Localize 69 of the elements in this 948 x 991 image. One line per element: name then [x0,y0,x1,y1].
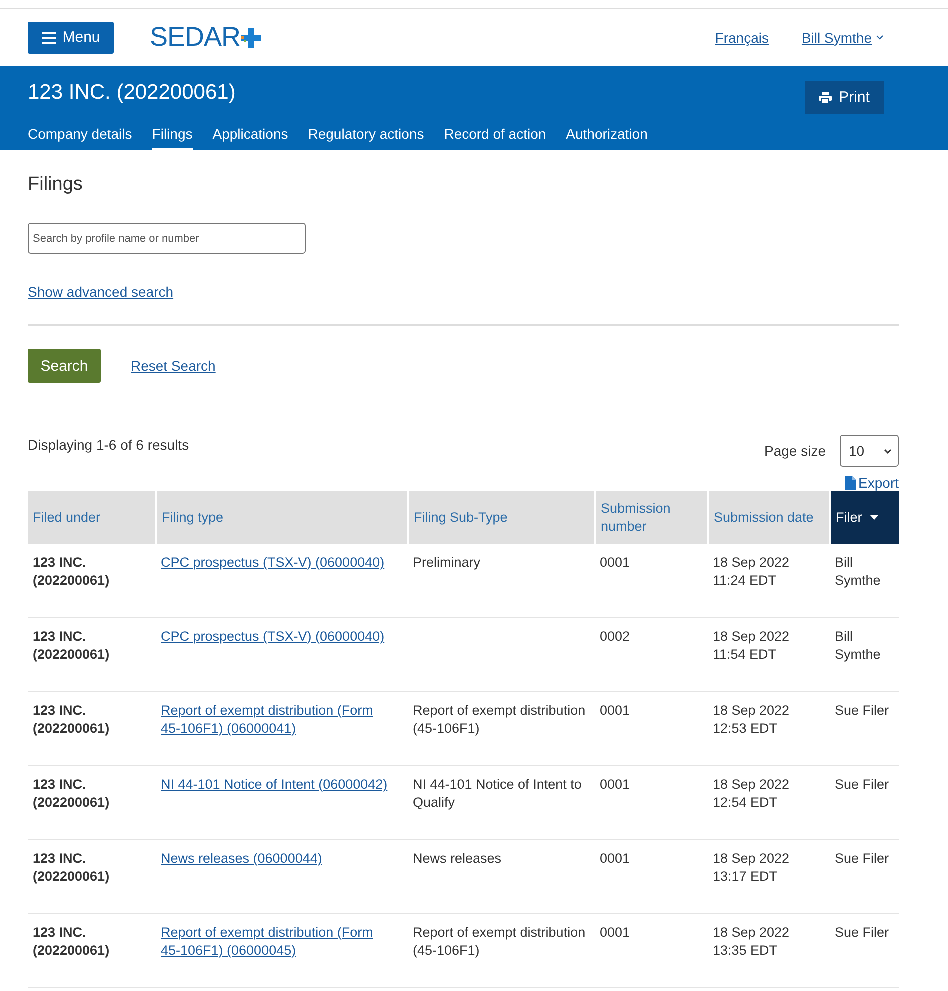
table-cell: 123 INC. (202200061) [28,618,156,692]
company-title: 123 INC. (202200061) [28,80,236,105]
table-cell: 18 Sep 2022 12:54 EDT [708,766,830,840]
results-summary: Displaying 1-6 of 6 results [28,437,190,455]
table-cell: 0001 [595,544,708,618]
export-link[interactable]: Export [844,475,899,491]
filing-link[interactable]: NI 44-101 Notice of Intent (06000042) [161,776,389,794]
print-button[interactable]: Print [805,81,884,114]
nav-tab[interactable]: Regulatory actions [308,123,424,150]
column-header[interactable]: Filing type [156,491,408,544]
table-cell: Sue Filer [830,840,899,914]
column-header[interactable]: Filing Sub-Type [408,491,595,544]
table-cell: 123 INC. (202200061) [28,914,156,988]
table-cell: Bill Symthe [830,618,899,692]
nav-tab[interactable]: Record of action [444,123,546,150]
document-icon [844,476,856,490]
search-button[interactable]: Search [28,349,101,383]
table-cell: 0001 [595,766,708,840]
table-cell: News releases [408,840,595,914]
plus-icon [240,28,261,48]
filing-link[interactable]: CPC prospectus (TSX-V) (06000040) [161,554,389,572]
menu-icon [42,32,56,44]
table-cell: 18 Sep 2022 13:35 EDT [708,914,830,988]
sort-caret-icon [870,515,880,520]
nav-tab[interactable]: Company details [28,123,132,150]
table-cell: 0001 [595,692,708,766]
column-header[interactable]: Submission number [595,491,708,544]
nav-tab[interactable]: Authorization [566,123,648,150]
table-cell: Sue Filer [830,914,899,988]
table-cell: Sue Filer [830,692,899,766]
nav-tab[interactable]: Applications [212,123,288,150]
chevron-down-icon [884,448,892,454]
page-size-select[interactable]: 10 [840,435,899,467]
table-cell: 0001 [595,840,708,914]
table-cell: Report of exempt distribution (45-106F1) [408,692,595,766]
reset-search-link[interactable]: Reset Search [131,358,216,374]
printer-icon [819,92,832,104]
page-heading: Filings [28,174,84,196]
search-field[interactable]: Search by profile name or number [28,223,306,254]
column-header[interactable]: Submission date [708,491,830,544]
table-cell: 18 Sep 2022 11:54 EDT [708,618,830,692]
table-cell: 18 Sep 2022 11:24 EDT [708,544,830,618]
user-menu[interactable]: Bill Symthe [802,30,884,46]
table-cell: Report of exempt distribution (45-106F1) [408,914,595,988]
filing-link[interactable]: Report of exempt distribution (Form 45-106F1) (06000045) [161,924,389,960]
language-link[interactable]: Français [715,30,769,46]
column-header[interactable]: Filed under [28,491,156,544]
table-cell: 18 Sep 2022 13:17 EDT [708,840,830,914]
table-cell: NI 44-101 Notice of Intent to Qualify [408,766,595,840]
chevron-down-icon [876,35,884,40]
table-cell: 123 INC. (202200061) [28,766,156,840]
column-header[interactable]: Filer [830,491,899,544]
table-cell: 18 Sep 2022 12:53 EDT [708,692,830,766]
logo-text: SEDAR [150,22,241,53]
table-cell: Preliminary [408,544,595,618]
filing-link[interactable]: News releases (06000044) [161,850,389,868]
table-cell: 123 INC. (202200061) [28,840,156,914]
menu-button[interactable]: Menu [28,22,114,54]
advanced-search-link[interactable]: Show advanced search [28,284,174,300]
filing-link[interactable]: Report of exempt distribution (Form 45-106F1) (06000041) [161,702,389,738]
nav-tab[interactable]: Filings [152,123,193,150]
filing-link[interactable]: CPC prospectus (TSX-V) (06000040) [161,628,389,646]
table-cell: 0001 [595,914,708,988]
table-cell: Sue Filer [830,766,899,840]
table-cell: 0002 [595,618,708,692]
table-cell: Bill Symthe [830,544,899,618]
table-cell: 123 INC. (202200061) [28,544,156,618]
page-size-label: Page size [764,443,826,459]
table-cell: 123 INC. (202200061) [28,692,156,766]
